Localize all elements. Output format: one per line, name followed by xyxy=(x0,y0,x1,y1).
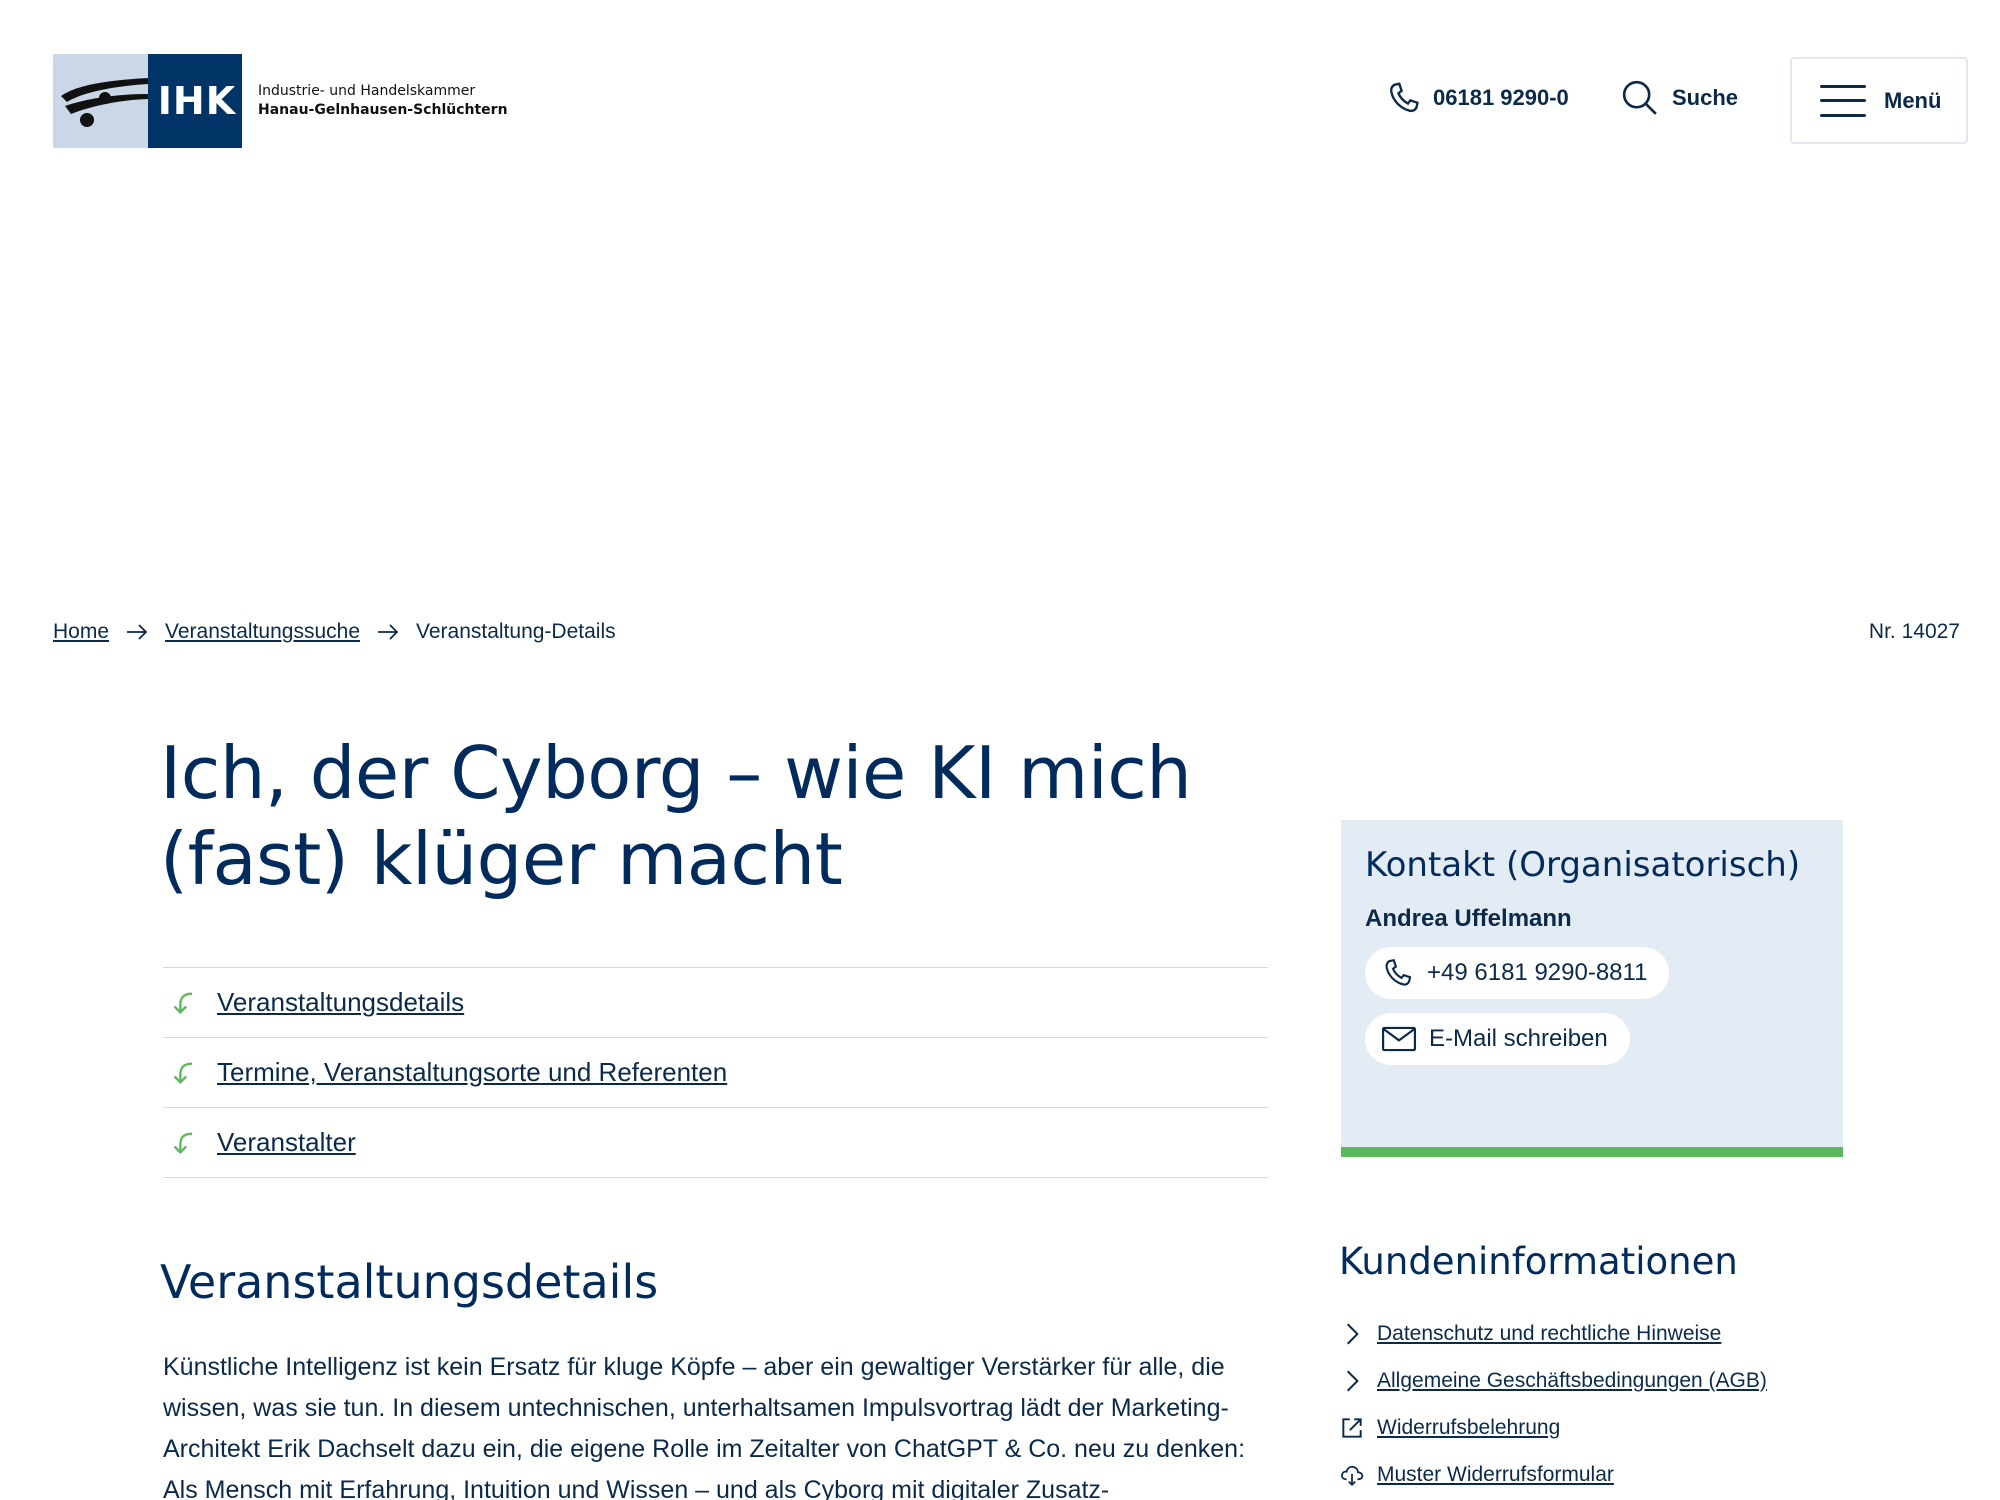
arrow-right-icon xyxy=(127,624,148,640)
link-widerrufsbelehrung[interactable]: Widerrufsbelehrung xyxy=(1377,1416,1560,1440)
link-datenschutz[interactable]: Datenschutz und rechtliche Hinweise xyxy=(1377,1322,1721,1346)
site-header: IHK Industrie- und Handelskammer Hanau-G… xyxy=(0,0,2000,170)
toc-item: Veranstalter xyxy=(163,1108,1268,1178)
search-label: Suche xyxy=(1672,85,1739,110)
list-item: Muster Widerrufsformular xyxy=(1339,1451,1767,1498)
header-phone-number: 06181 9290-0 xyxy=(1433,85,1569,110)
mail-icon xyxy=(1381,1026,1417,1052)
breadcrumb-veranstaltungssuche[interactable]: Veranstaltungssuche xyxy=(165,620,360,644)
breadcrumb: Home Veranstaltungssuche Veranstaltung-D… xyxy=(53,620,616,644)
customer-info-heading: Kundeninformationen xyxy=(1339,1240,1738,1283)
menu-button[interactable]: Menü xyxy=(1790,57,1968,144)
chevron-right-icon xyxy=(1346,1323,1359,1344)
toc-link-veranstalter[interactable]: Veranstalter xyxy=(217,1127,356,1158)
contact-phone-number: +49 6181 9290-8811 xyxy=(1427,959,1648,986)
event-number: Nr. 14027 xyxy=(1868,620,1960,643)
phone-icon xyxy=(1385,959,1412,986)
toc-link-termine[interactable]: Termine, Veranstaltungsorte und Referent… xyxy=(217,1057,727,1088)
search-button[interactable]: Suche xyxy=(1620,78,1738,118)
table-of-contents: Veranstaltungsdetails Termine, Veranstal… xyxy=(163,967,1268,1178)
contact-heading: Kontakt (Organisatorisch) xyxy=(1365,845,1801,885)
chevron-right-icon xyxy=(1346,1370,1359,1391)
download-cloud-icon xyxy=(1341,1465,1364,1486)
arrow-down-left-icon xyxy=(173,992,193,1014)
toc-item: Veranstaltungsdetails xyxy=(163,968,1268,1038)
logo-line2: Hanau-Gelnhausen-Schlüchtern xyxy=(258,102,508,118)
list-item: Widerrufsbelehrung xyxy=(1339,1404,1767,1451)
arrow-right-icon xyxy=(378,624,399,640)
logo-emblem xyxy=(53,54,148,148)
phone-icon xyxy=(1390,82,1419,113)
menu-label: Menü xyxy=(1884,87,1942,113)
contact-email-button[interactable]: E-Mail schreiben xyxy=(1365,1013,1630,1065)
event-description: Künstliche Intelligenz ist kein Ersatz f… xyxy=(163,1353,1246,1500)
list-item: Datenschutz und rechtliche Hinweise xyxy=(1339,1310,1767,1357)
ihk-logo-link[interactable]: IHK Industrie- und Handelskammer Hanau-G… xyxy=(53,54,508,148)
hamburger-icon xyxy=(1820,84,1866,117)
arrow-down-left-icon xyxy=(173,1062,193,1084)
breadcrumb-home[interactable]: Home xyxy=(53,620,109,644)
customer-info-list: Datenschutz und rechtliche Hinweise Allg… xyxy=(1339,1310,1767,1498)
external-link-icon xyxy=(1342,1417,1362,1438)
contact-email-label: E-Mail schreiben xyxy=(1429,1025,1608,1052)
header-phone-link[interactable]: 06181 9290-0 xyxy=(1385,78,1569,118)
logo-line1: Industrie- und Handelskammer xyxy=(258,83,476,99)
breadcrumb-current: Veranstaltung-Details xyxy=(416,620,616,643)
logo-abbr: IHK xyxy=(157,79,237,123)
contact-name: Andrea Uffelmann xyxy=(1365,905,1572,932)
toc-link-veranstaltungsdetails[interactable]: Veranstaltungsdetails xyxy=(217,987,464,1018)
list-item: Allgemeine Geschäftsbedingungen (AGB) xyxy=(1339,1357,1767,1404)
page-title: Ich, der Cyborg – wie KI mich (fast) klü… xyxy=(160,731,1192,901)
contact-card: Kontakt (Organisatorisch) Andrea Uffelma… xyxy=(1341,820,1843,1157)
section-title-veranstaltungsdetails: Veranstaltungsdetails xyxy=(160,1255,659,1309)
contact-phone-button[interactable]: +49 6181 9290-8811 xyxy=(1365,947,1670,999)
arrow-down-left-icon xyxy=(173,1132,193,1154)
link-muster-widerrufsformular[interactable]: Muster Widerrufsformular xyxy=(1377,1463,1614,1487)
ihk-logo: IHK xyxy=(53,54,242,148)
toc-item: Termine, Veranstaltungsorte und Referent… xyxy=(163,1038,1268,1108)
link-agb[interactable]: Allgemeine Geschäftsbedingungen (AGB) xyxy=(1377,1369,1767,1393)
search-icon xyxy=(1622,80,1657,115)
